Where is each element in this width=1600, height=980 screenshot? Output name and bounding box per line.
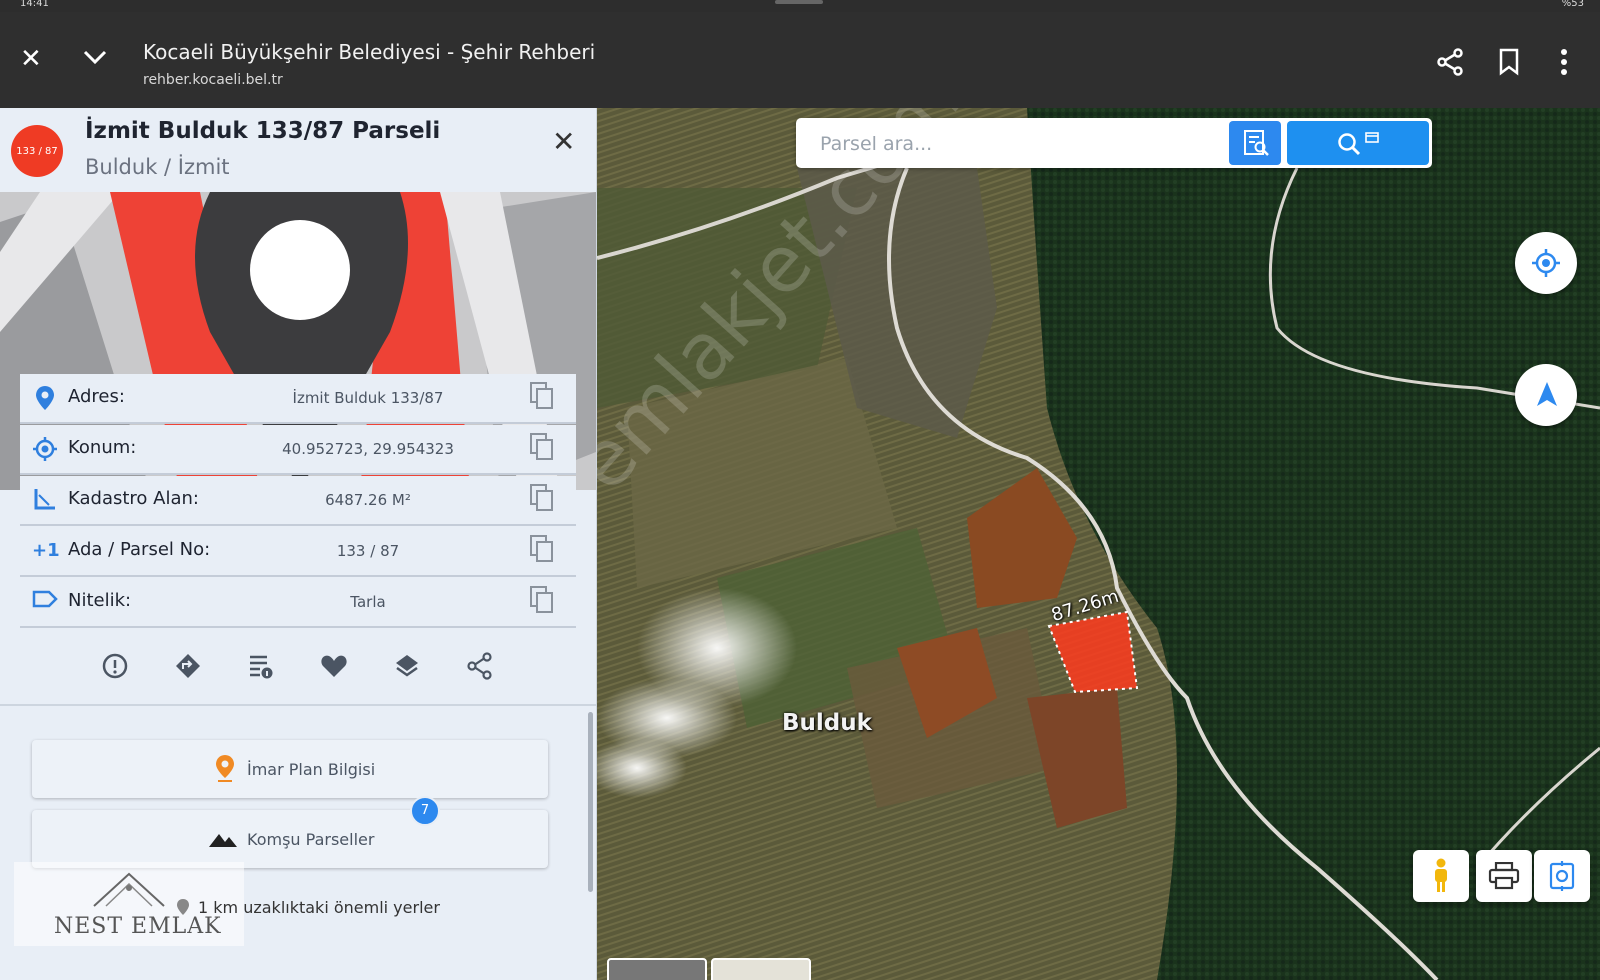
search-list-button[interactable]	[1229, 121, 1281, 165]
crosshair-icon	[32, 436, 58, 462]
info-value: 40.952723, 29.954323	[282, 440, 454, 458]
chevron-down-icon[interactable]	[82, 46, 108, 70]
layer-settings-icon	[1547, 860, 1577, 896]
parcel-title: İzmit Bulduk 133/87 Parseli	[85, 118, 441, 144]
info-row-cadastral-area: Kadastro Alan: 6487.26 M²	[20, 476, 576, 526]
info-row-quality: Nitelik: Tarla	[20, 578, 576, 628]
basemap-thumb-satellite[interactable]	[607, 958, 707, 980]
nearby-places-link[interactable]: 1 km uzaklıktaki önemli yerler	[198, 898, 440, 917]
document-search-icon	[1242, 129, 1270, 161]
details-icon[interactable]	[247, 652, 277, 682]
roof-logo-icon	[93, 872, 165, 907]
copy-icon[interactable]	[530, 535, 553, 562]
printer-icon	[1488, 861, 1520, 894]
info-value: İzmit Bulduk 133/87	[292, 389, 444, 407]
report-icon[interactable]	[101, 652, 131, 682]
layers-icon[interactable]	[393, 652, 423, 682]
info-value: Tarla	[350, 593, 386, 611]
copy-icon[interactable]	[530, 586, 553, 613]
zoning-info-button[interactable]: İmar Plan Bilgisi	[32, 740, 548, 798]
close-icon[interactable]: ✕	[20, 46, 42, 72]
neighbor-parcels-button[interactable]: Komşu Parseller 7	[32, 796, 548, 868]
info-label: Ada / Parsel No:	[68, 539, 211, 560]
info-row-address: Adres: İzmit Bulduk 133/87	[20, 374, 576, 424]
neighbor-parcels-label: Komşu Parseller	[247, 830, 375, 849]
info-label: Nitelik:	[68, 590, 132, 611]
parcel-info-panel: 133 / 87 İzmit Bulduk 133/87 Parseli Bul…	[0, 108, 597, 980]
info-label: Adres:	[68, 386, 125, 407]
satellite-map[interactable]: emlakjet.com Bulduk 87.26m	[597, 108, 1600, 980]
close-panel-icon[interactable]: ✕	[552, 128, 575, 156]
status-bar: 14:41 %53	[0, 0, 1600, 12]
village-label: Bulduk	[782, 710, 872, 736]
page-url: rehber.kocaeli.bel.tr	[143, 72, 283, 88]
tag-icon	[32, 589, 58, 615]
status-time: 14:41	[20, 0, 49, 9]
favorite-icon[interactable]	[320, 652, 350, 682]
place-pin-icon	[176, 898, 190, 920]
copy-icon[interactable]	[530, 433, 553, 460]
parcel-badge: 133 / 87	[11, 125, 63, 177]
panel-header: 133 / 87 İzmit Bulduk 133/87 Parseli Bul…	[0, 108, 596, 192]
share-icon[interactable]	[466, 652, 496, 682]
parcel-subtitle: Bulduk / İzmit	[85, 155, 230, 179]
info-label: Konum:	[68, 437, 137, 458]
mountain-icon	[208, 832, 238, 852]
parcel-search-bar	[796, 118, 1432, 168]
panel-scrollbar[interactable]	[588, 712, 593, 892]
copy-icon[interactable]	[530, 484, 553, 511]
more-menu-icon[interactable]	[1560, 48, 1568, 80]
share-icon[interactable]	[1436, 48, 1464, 81]
neighbors-count-badge: 7	[410, 796, 440, 826]
zoning-info-label: İmar Plan Bilgisi	[247, 760, 376, 779]
info-label: Kadastro Alan:	[68, 488, 199, 509]
print-button[interactable]	[1476, 850, 1532, 902]
search-button[interactable]	[1287, 121, 1429, 165]
search-icon	[1337, 131, 1379, 161]
bookmark-icon[interactable]	[1498, 48, 1520, 81]
navigation-arrow-icon	[1535, 380, 1559, 412]
area-ruler-icon	[32, 487, 58, 513]
map-layers-button[interactable]	[1534, 850, 1590, 902]
plus-one-icon: +1	[32, 540, 60, 561]
drag-handle[interactable]	[775, 0, 823, 4]
locate-me-button[interactable]	[1515, 232, 1577, 294]
location-pin-icon	[32, 385, 58, 411]
compass-button[interactable]	[1515, 364, 1577, 426]
info-value: 133 / 87	[336, 542, 400, 560]
watermark-text: NEST EMLAK	[54, 914, 222, 939]
info-value: 6487.26 M²	[325, 491, 411, 509]
copy-icon[interactable]	[530, 382, 553, 409]
status-battery: %53	[1561, 0, 1584, 9]
basemap-thumb-street[interactable]	[711, 958, 811, 980]
parcel-search-input[interactable]	[818, 126, 1222, 162]
pegman-icon	[1432, 858, 1450, 898]
page-title: Kocaeli Büyükşehir Belediyesi - Şehir Re…	[143, 40, 596, 64]
directions-icon[interactable]	[174, 652, 204, 682]
street-view-button[interactable]	[1413, 850, 1469, 902]
pin-icon	[214, 754, 236, 786]
info-row-location: Konum: 40.952723, 29.954323	[20, 425, 576, 475]
info-row-block-parcel: +1 Ada / Parsel No: 133 / 87	[20, 527, 576, 577]
action-bar	[0, 628, 596, 706]
crosshair-icon	[1531, 248, 1561, 282]
browser-toolbar: ✕ Kocaeli Büyükşehir Belediyesi - Şehir …	[0, 12, 1600, 108]
